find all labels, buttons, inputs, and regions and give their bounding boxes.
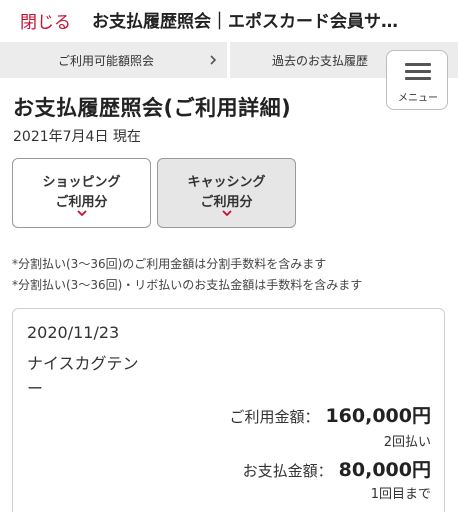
use-amount-label: ご利用金額： [229, 408, 320, 426]
segment-label: ショッピング [42, 175, 121, 190]
segment-sublabel: ご利用分 [55, 195, 108, 210]
tab-label: 過去のお支払履歴 [272, 53, 369, 68]
close-link[interactable]: 閉じる [20, 8, 71, 33]
installment-count: 2回払い [383, 435, 431, 450]
segment-sublabel: ご利用分 [200, 195, 253, 210]
installment-note: *分割払い(3〜36回)のご利用金額は分割手数料を含みます [12, 257, 327, 271]
menu-label: メニュー [398, 93, 438, 104]
cashing-usage-button[interactable]: キャッシング ご利用分 [157, 158, 296, 228]
pay-amount-value: 80,000円 [338, 459, 431, 481]
page-title: お支払履歴照会(ご利用詳細) [13, 96, 292, 120]
transaction-card[interactable]: 2020/11/23 ナイスカグテン ー ご利用金額： 160,000円 2回払い… [12, 308, 445, 512]
installment-progress: 1回目まで [370, 487, 431, 502]
pay-amount-label: お支払金額： [242, 462, 333, 480]
pay-amount-row: お支払金額： 80,000円 [243, 455, 431, 482]
shopping-usage-button[interactable]: ショッピング ご利用分 [12, 158, 151, 228]
use-amount-value: 160,000円 [325, 405, 431, 427]
tab-available-credit[interactable]: ご利用可能額照会 [0, 42, 226, 78]
as-of-date: 2021年7月4日 現在 [13, 129, 141, 145]
transaction-date: 2020/11/23 [27, 323, 120, 342]
merchant-name: ナイスカグテン [27, 354, 139, 373]
chevron-right-icon [210, 55, 217, 65]
transaction-dash: ー [27, 379, 44, 398]
hamburger-icon [405, 63, 431, 81]
tab-label: ご利用可能額照会 [58, 53, 155, 68]
window-title: お支払履歴照会｜エポスカード会員サ… [92, 12, 398, 32]
chevron-down-icon [77, 210, 87, 217]
menu-button[interactable]: メニュー [386, 50, 448, 110]
chevron-down-icon [222, 210, 232, 217]
top-bar: 閉じる お支払履歴照会｜エポスカード会員サ… [0, 0, 458, 38]
revolving-note: *分割払い(3〜36回)・リボ払いのお支払金額は手数料を含みます [12, 278, 363, 292]
use-amount-row: ご利用金額： 160,000円 [229, 401, 431, 428]
segment-label: キャッシング [187, 175, 266, 190]
